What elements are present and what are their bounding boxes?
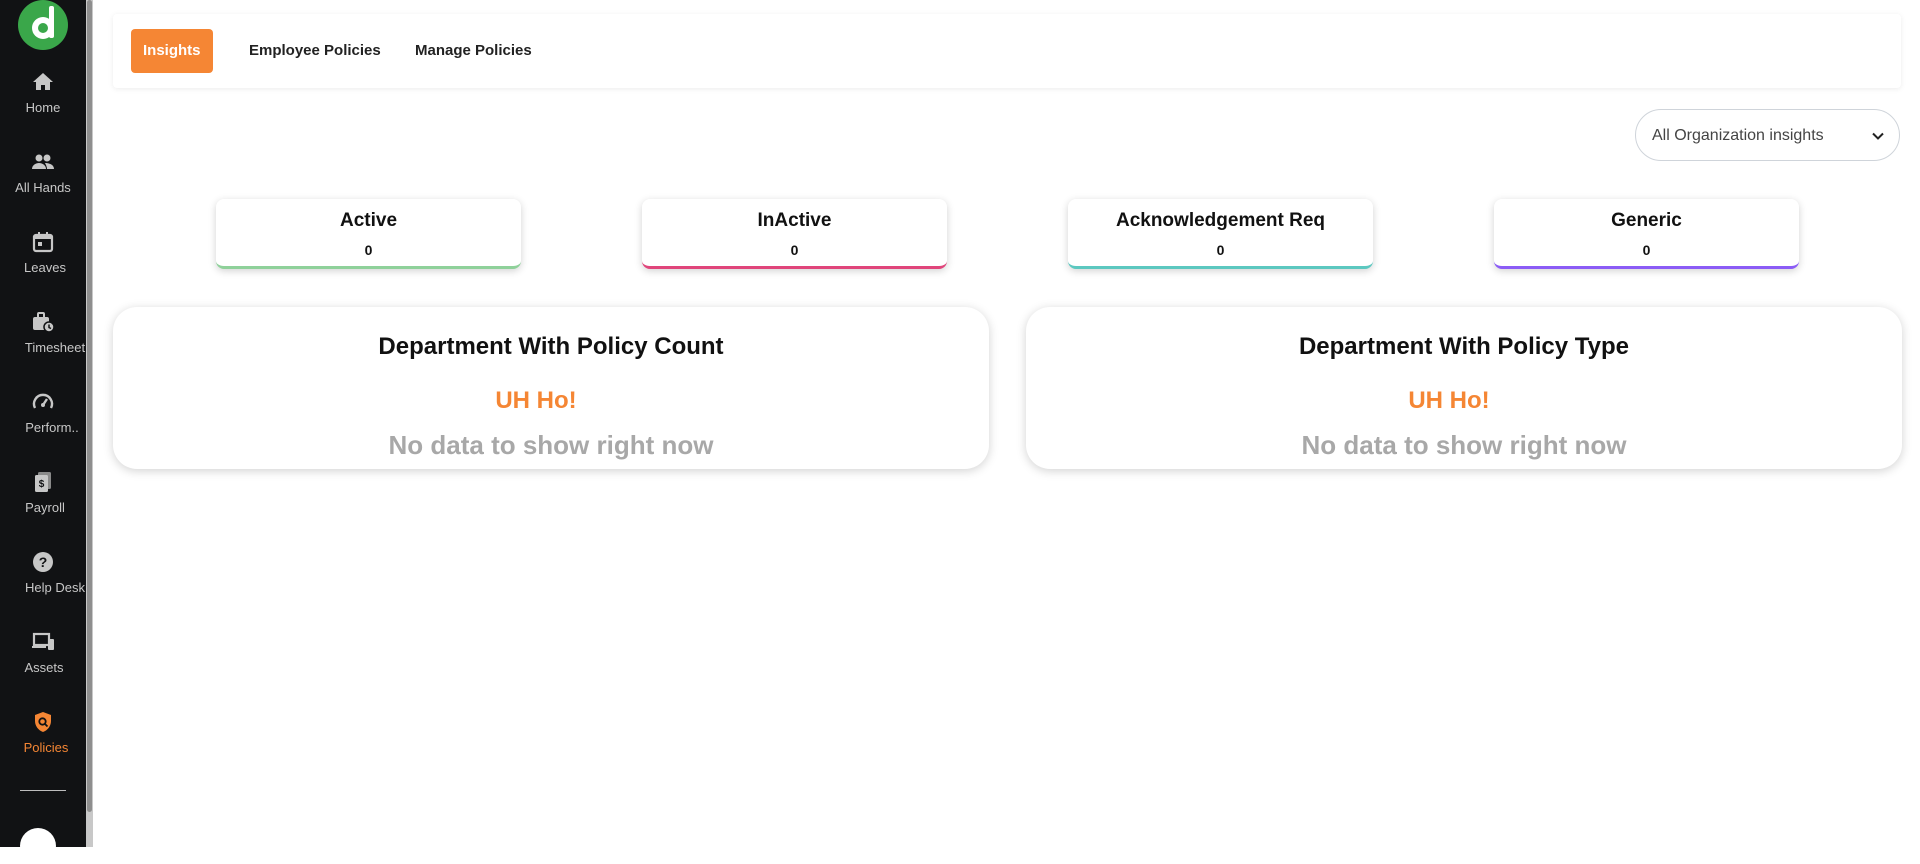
home-icon — [33, 73, 53, 90]
sidebar-scrollbar-thumb[interactable] — [87, 0, 92, 812]
empty-state-message: No data to show right now — [1301, 430, 1627, 460]
stat-card-inactive: InActive 0 — [642, 199, 947, 269]
briefcase-clock-icon — [33, 312, 55, 333]
people-icon — [32, 154, 54, 169]
calendar-icon — [32, 232, 54, 253]
panel-title: Department With Policy Type — [1298, 333, 1630, 360]
logo-d-icon — [32, 6, 54, 39]
sidebar: Home All Hands Leaves Timesheet Perform.… — [0, 0, 86, 864]
stat-value: 0 — [790, 242, 799, 258]
panel-department-policy-type: Department With Policy Type UH Ho! No da… — [1026, 307, 1902, 469]
stat-value: 0 — [1216, 242, 1225, 258]
avatar[interactable] — [20, 828, 56, 864]
tab-employee-policies[interactable]: Employee Policies — [237, 29, 393, 73]
sidebar-item-payroll[interactable]: $ Payroll — [0, 470, 86, 515]
stat-title: InActive — [757, 210, 832, 231]
stat-card-generic: Generic 0 — [1494, 199, 1799, 269]
policy-shield-icon — [35, 712, 51, 732]
sidebar-item-label: All Hands — [15, 180, 71, 195]
stat-title: Active — [339, 210, 398, 231]
sidebar-item-policies[interactable]: Policies — [0, 710, 86, 755]
sidebar-item-label: Assets — [24, 660, 64, 675]
empty-state-message: No data to show right now — [388, 430, 714, 460]
payroll-icon: $ — [35, 472, 51, 492]
stat-value: 0 — [364, 242, 373, 258]
sidebar-item-leaves[interactable]: Leaves — [0, 230, 86, 275]
sidebar-item-timesheet[interactable]: Timesheet — [0, 310, 86, 355]
tab-bar: Insights Employee Policies Manage Polici… — [113, 14, 1901, 88]
svg-text:?: ? — [39, 554, 48, 570]
chevron-down-icon — [1872, 132, 1884, 140]
sidebar-item-label: Policies — [23, 740, 69, 755]
sidebar-item-label: Perform.. — [25, 420, 79, 435]
sidebar-item-label: Leaves — [24, 260, 66, 275]
sidebar-item-home[interactable]: Home — [0, 70, 86, 115]
sidebar-item-help-desk[interactable]: ? Help Desk — [0, 550, 86, 595]
stat-value: 0 — [1642, 242, 1651, 258]
stat-card-acknowledgement-req: Acknowledgement Req 0 — [1068, 199, 1373, 269]
help-icon: ? — [33, 552, 53, 572]
tab-insights[interactable]: Insights — [131, 29, 213, 73]
app-logo[interactable] — [18, 0, 68, 50]
stat-card-active: Active 0 — [216, 199, 521, 269]
empty-state-heading: UH Ho! — [1408, 387, 1490, 414]
svg-text:$: $ — [39, 479, 45, 490]
speedometer-icon — [32, 393, 54, 409]
stat-title: Acknowledgement Req — [1115, 210, 1326, 231]
sidebar-item-all-hands[interactable]: All Hands — [0, 150, 86, 195]
panel-title: Department With Policy Count — [378, 333, 724, 360]
empty-state-heading: UH Ho! — [495, 387, 577, 414]
sidebar-item-label: Payroll — [25, 500, 65, 515]
devices-icon — [32, 632, 54, 650]
insights-filter-value: All Organization insights — [1652, 127, 1824, 144]
insights-filter-select[interactable]: All Organization insights — [1635, 109, 1900, 161]
sidebar-scrollbar[interactable] — [86, 0, 93, 847]
panel-department-policy-count: Department With Policy Count UH Ho! No d… — [113, 307, 989, 469]
sidebar-item-assets[interactable]: Assets — [0, 630, 86, 675]
sidebar-item-performance[interactable]: Perform.. — [0, 390, 86, 435]
stat-title: Generic — [1611, 210, 1682, 231]
tab-manage-policies[interactable]: Manage Policies — [403, 29, 544, 73]
sidebar-divider — [20, 790, 66, 791]
sidebar-item-label: Home — [25, 100, 61, 115]
